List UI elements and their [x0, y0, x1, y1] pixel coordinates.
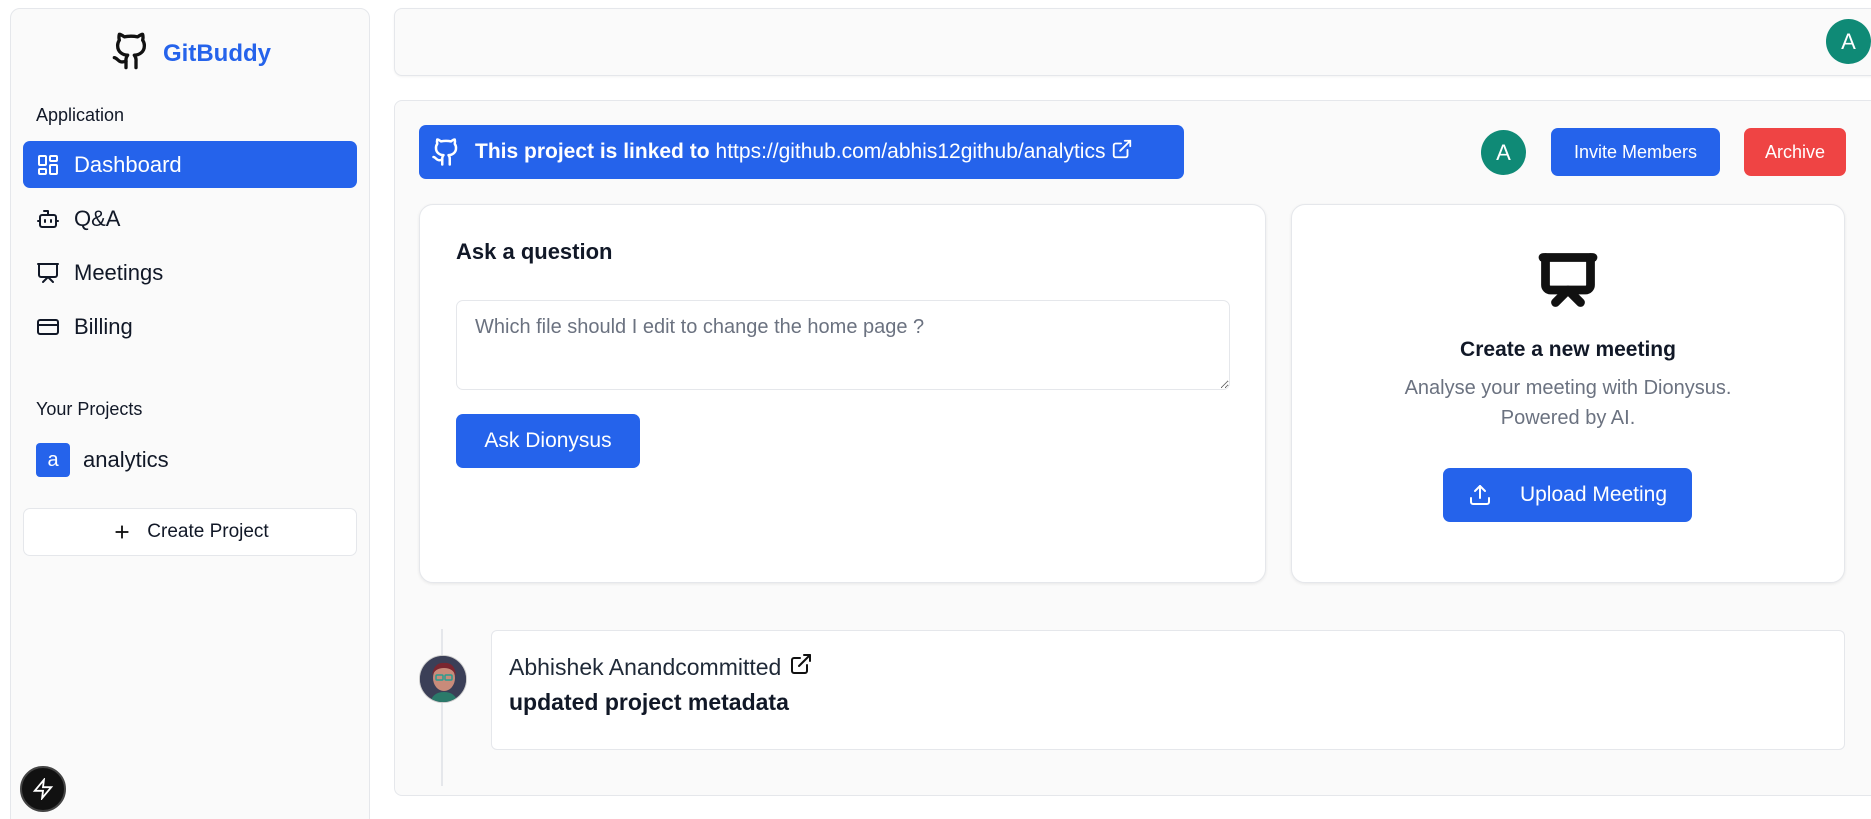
member-avatar[interactable]: A [1481, 130, 1526, 175]
timeline-line [441, 629, 443, 786]
bolt-button[interactable] [20, 766, 66, 812]
plus-icon [115, 525, 129, 539]
brand-name: GitBuddy [163, 39, 271, 67]
presentation-icon [37, 262, 59, 283]
sidebar-item-meetings[interactable]: Meetings [23, 249, 357, 296]
upload-meeting-label: Upload Meeting [1519, 483, 1668, 506]
github-icon [111, 31, 151, 76]
archive-button[interactable]: Archive [1744, 128, 1846, 176]
question-input[interactable] [456, 300, 1230, 390]
meeting-subtitle: Analyse your meeting with Dionysus. Powe… [1291, 373, 1845, 433]
sidebar-item-label: Meetings [74, 259, 164, 285]
sidebar-item-label: Dashboard [74, 151, 182, 177]
project-badge: a [36, 443, 70, 477]
bot-icon [37, 209, 59, 228]
upload-icon [1469, 485, 1490, 505]
commit-verb: committed [675, 653, 782, 680]
repo-link-banner: This project is linked to https://github… [419, 125, 1184, 179]
sidebar-item-billing[interactable]: Billing [23, 303, 357, 350]
sidebar: GitBuddy Application Dashboard Q&A Meeti… [10, 8, 370, 819]
project-item-analytics[interactable]: a analytics [36, 443, 169, 477]
external-link-icon[interactable] [1111, 138, 1133, 166]
meeting-title: Create a new meeting [1460, 338, 1676, 361]
create-project-button[interactable]: Create Project [23, 508, 357, 556]
upload-meeting-button[interactable]: Upload Meeting [1443, 468, 1692, 522]
sidebar-item-label: Q&A [74, 205, 121, 231]
brand[interactable]: GitBuddy [111, 31, 271, 76]
projects-group-label: Your Projects [36, 399, 143, 419]
user-avatar[interactable]: A [1826, 19, 1871, 64]
ask-dionysus-button[interactable]: Ask Dionysus [456, 414, 640, 468]
commit-author-line: Abhishek Anandcommitted [509, 654, 781, 681]
repo-banner-prefix: This project is linked to [475, 140, 710, 163]
external-link-icon[interactable] [789, 652, 813, 682]
commit-author: Abhishek Anand [509, 653, 676, 680]
meeting-subtitle-line: Analyse your meeting with Dionysus. [1404, 377, 1732, 399]
commit-message: updated project metadata [509, 689, 789, 715]
layout-dashboard-icon [38, 154, 58, 175]
github-icon [432, 138, 458, 166]
sidebar-item-label: Billing [74, 313, 133, 339]
application-group-label: Application [36, 105, 125, 125]
sidebar-item-dashboard[interactable]: Dashboard [23, 141, 357, 188]
ask-question-title: Ask a question [456, 239, 613, 264]
sidebar-item-qa[interactable]: Q&A [23, 195, 357, 242]
top-bar [394, 8, 1871, 76]
project-name: analytics [83, 447, 169, 472]
commit-header: Abhishek Anandcommitted [509, 652, 813, 682]
presentation-icon [1538, 250, 1598, 315]
repo-link[interactable]: https://github.com/abhis12github/analyti… [716, 140, 1106, 164]
zap-icon [32, 778, 54, 800]
invite-members-button[interactable]: Invite Members [1551, 128, 1720, 176]
author-avatar [419, 655, 467, 703]
credit-card-icon [37, 318, 59, 335]
create-project-label: Create Project [147, 521, 269, 542]
meeting-subtitle-line: Powered by AI. [1500, 407, 1636, 429]
